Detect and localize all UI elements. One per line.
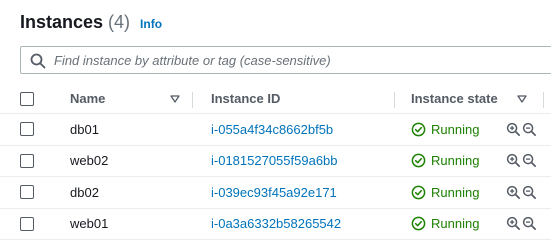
instances-panel: Instances (4) Info Name Instance ID Inst… [0,0,551,243]
zoom-in-icon[interactable] [506,216,521,231]
instance-state-cell: Running [411,177,506,208]
page-title: Instances [20,12,104,32]
status-label: Running [431,216,480,232]
instance-state-cell: Running [411,114,506,145]
select-all-checkbox[interactable] [20,91,34,106]
instance-name: db02 [70,184,99,200]
zoom-out-icon[interactable] [522,153,537,168]
check-circle-icon [411,153,426,168]
status-running: Running [411,185,479,200]
zoom-in-icon[interactable] [506,185,521,200]
row-checkbox[interactable] [20,185,34,200]
table-header-row: Name Instance ID Instance state [0,84,551,114]
search-icon [30,53,46,69]
header-checkbox-cell [20,84,34,113]
zoom-in-icon[interactable] [506,153,521,168]
column-divider[interactable] [192,92,193,108]
status-label: Running [431,121,480,137]
zoom-controls [506,209,546,240]
row-checkbox-cell [20,209,34,240]
sort-descending-icon[interactable] [517,94,527,104]
column-header-instance-id[interactable]: Instance ID [211,84,401,113]
search-box[interactable] [20,46,551,74]
zoom-in-icon[interactable] [506,122,521,137]
check-circle-icon [411,216,426,231]
status-label: Running [431,184,480,200]
zoom-out-icon[interactable] [522,216,537,231]
instance-id-link[interactable]: i-055a4f34c8662bf5b [211,114,401,145]
zoom-out-icon[interactable] [522,185,537,200]
row-checkbox[interactable] [20,122,34,137]
instance-state-cell: Running [411,146,506,177]
row-checkbox-cell [20,177,34,208]
zoom-controls [506,177,546,208]
row-checkbox-cell [20,114,34,145]
instance-count: (4) [108,12,131,32]
instances-table: Name Instance ID Instance state db01 i-0… [0,84,551,240]
row-checkbox[interactable] [20,216,34,231]
column-divider[interactable] [394,92,395,108]
check-circle-icon [411,122,426,137]
column-header-instance-state[interactable]: Instance state [411,84,521,113]
instance-id-link[interactable]: i-039ec93f45a92e171 [211,177,401,208]
status-label: Running [431,153,480,169]
panel-header: Instances (4) Info [20,12,162,38]
table-row[interactable]: db02 i-039ec93f45a92e171 Running [0,177,551,209]
check-circle-icon [411,185,426,200]
zoom-out-icon[interactable] [522,122,537,137]
status-running: Running [411,122,479,137]
status-running: Running [411,216,479,231]
info-link[interactable]: Info [140,17,162,31]
zoom-controls [506,146,546,177]
instance-name: web02 [70,153,109,169]
instance-id-link[interactable]: i-0181527055f59a6bb [211,146,401,177]
table-row[interactable]: db01 i-055a4f34c8662bf5b Running [0,114,551,146]
zoom-controls [506,114,546,145]
table-row[interactable]: web01 i-0a3a6332b58265542 Running [0,209,551,240]
status-running: Running [411,153,479,168]
instance-name: db01 [70,121,99,137]
search-input[interactable] [21,47,551,73]
instance-state-cell: Running [411,209,506,240]
instance-name: web01 [70,216,109,232]
row-checkbox[interactable] [20,153,34,168]
sort-descending-icon[interactable] [170,94,180,104]
table-row[interactable]: web02 i-0181527055f59a6bb Running [0,146,551,177]
instance-id-link[interactable]: i-0a3a6332b58265542 [211,209,401,240]
column-divider[interactable] [543,92,544,108]
row-checkbox-cell [20,146,34,177]
